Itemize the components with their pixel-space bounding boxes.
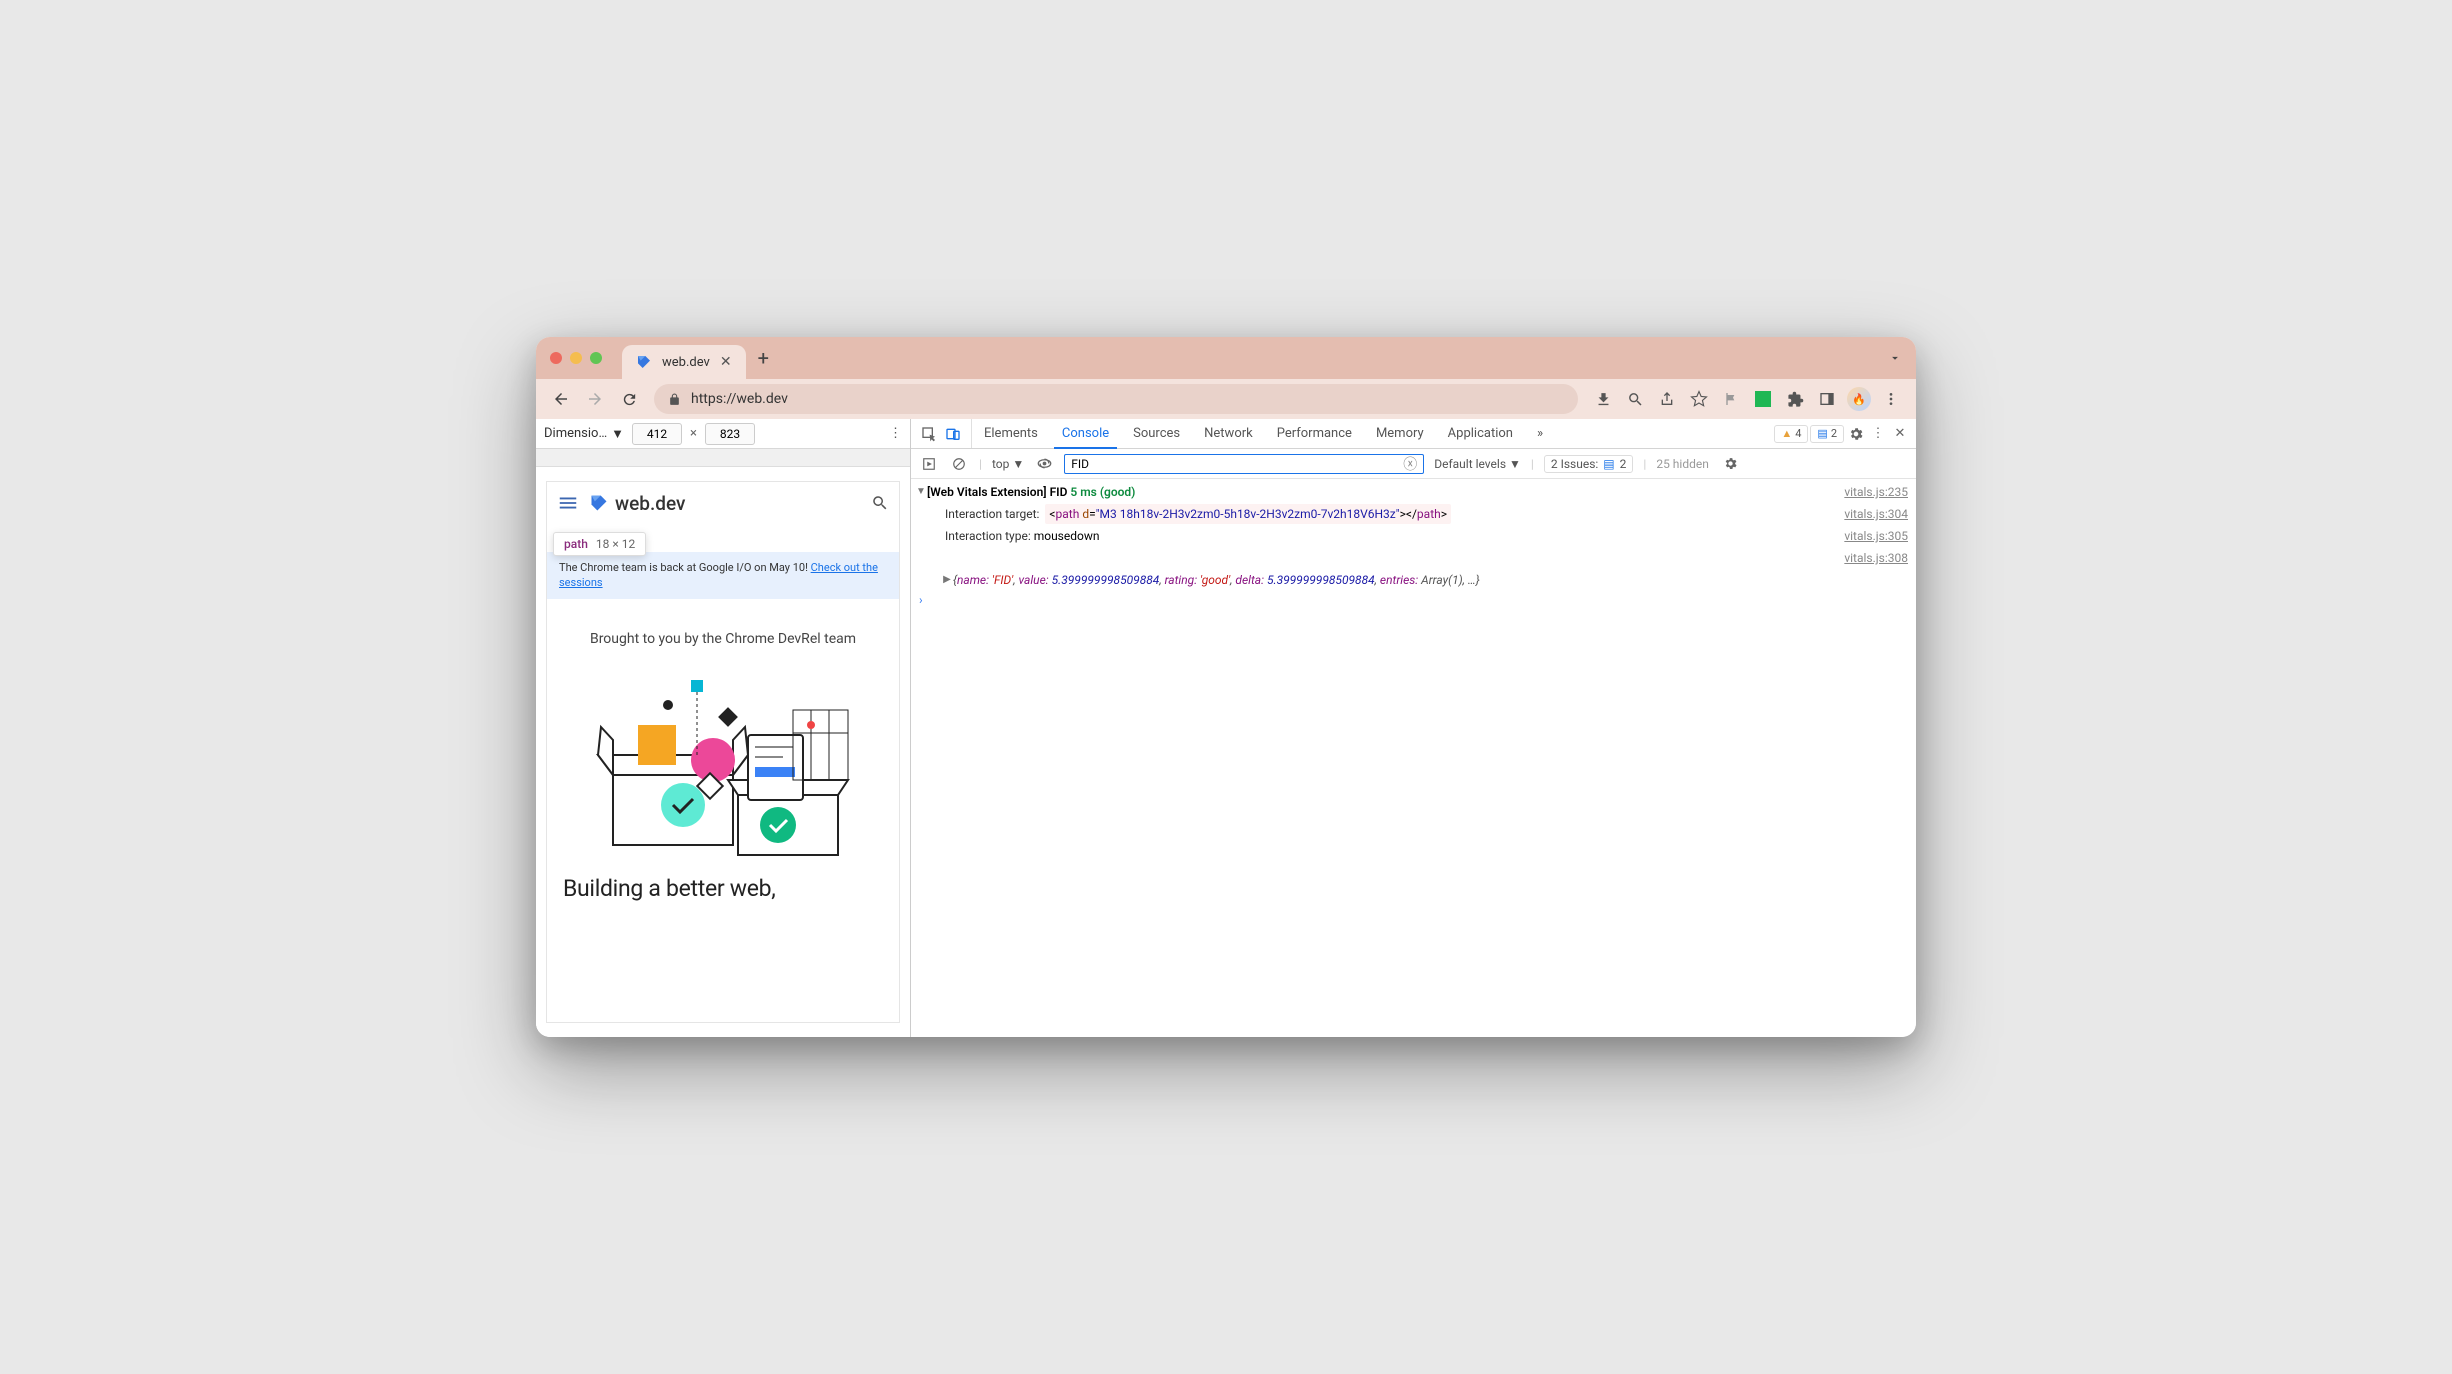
download-icon[interactable] [1588,384,1618,414]
log-entry[interactable]: ▼ [Web Vitals Extension] FID 5 ms (good)… [911,481,1916,503]
tabs-overflow-icon[interactable]: » [1525,419,1555,448]
favicon-icon [636,354,652,370]
inspect-icon[interactable] [919,424,939,444]
tab-strip: web.dev ✕ + [536,337,1916,379]
tab-network[interactable]: Network [1192,419,1265,448]
tab-elements[interactable]: Elements [972,419,1050,448]
expand-icon[interactable]: ▶ [941,570,953,590]
dimensions-dropdown[interactable]: Dimensio… ▼ [544,426,624,442]
filter-input[interactable]: ⓧ [1064,454,1424,474]
console-output: ▼ [Web Vitals Extension] FID 5 ms (good)… [911,479,1916,1037]
times-label: × [690,426,697,441]
browser-tab[interactable]: web.dev ✕ [622,345,746,379]
announcement-banner: The Chrome team is back at Google I/O on… [547,552,899,599]
width-input[interactable] [632,423,682,445]
toolbar-icons: 🔥 [1588,384,1906,414]
page-heading: Building a better web, [547,865,899,902]
url-text: https://web.dev [691,391,788,407]
lock-icon [668,393,681,406]
log-entry[interactable]: Interaction target: <path d="M3 18h18v-2… [911,503,1916,525]
log-entry[interactable]: vitals.js:308 [911,547,1916,569]
extensions-icon[interactable] [1780,384,1810,414]
devtools-menu-icon[interactable]: ⋮ [1868,424,1888,444]
profile-avatar[interactable]: 🔥 [1844,384,1874,414]
menu-hamburger-icon[interactable] [557,492,579,514]
settings-icon[interactable] [1846,424,1866,444]
height-input[interactable] [705,423,755,445]
page-preview: web.dev path 18 × 12 The Chrome team is … [546,481,900,1023]
message-icon: ▤ [1603,457,1614,471]
devtools-tabs: Elements Console Sources Network Perform… [911,419,1916,449]
new-tab-button[interactable]: + [758,346,769,370]
source-link[interactable]: vitals.js:308 [1824,548,1908,568]
ruler [536,449,910,467]
browser-window: web.dev ✕ + https://web.dev 🔥 [536,337,1916,1037]
warning-icon: ▲ [1781,427,1792,440]
tab-sources[interactable]: Sources [1121,419,1192,448]
sidepanel-icon[interactable] [1812,384,1842,414]
chevron-down-icon: ▼ [611,426,624,442]
context-selector[interactable]: top ▼ [992,457,1024,471]
issues-button[interactable]: 2 Issues: ▤ 2 [1544,455,1634,473]
zoom-icon[interactable] [1620,384,1650,414]
message-icon: ▤ [1817,427,1827,440]
site-logo[interactable]: web.dev [589,492,685,515]
close-tab-icon[interactable]: ✕ [720,354,732,370]
bookmark-icon[interactable] [1684,384,1714,414]
tooltip-size: 18 × 12 [596,537,635,551]
reload-button[interactable] [614,384,644,414]
toolbar: https://web.dev 🔥 [536,379,1916,419]
close-window-icon[interactable] [550,352,562,364]
devtools: Elements Console Sources Network Perform… [911,419,1916,1037]
device-toggle-icon[interactable] [943,424,963,444]
clear-console-icon[interactable] [949,454,969,474]
tab-performance[interactable]: Performance [1265,419,1364,448]
tab-application[interactable]: Application [1436,419,1525,448]
extension-green-icon[interactable] [1748,384,1778,414]
console-toolbar: | top ▼ ⓧ Default levels ▼ | 2 Issues: ▤… [911,449,1916,479]
log-levels-dropdown[interactable]: Default levels ▼ [1434,457,1521,471]
play-icon[interactable] [919,454,939,474]
tooltip-tagname: path [564,537,588,551]
hero-illustration [547,665,899,865]
chevron-down-icon: ▼ [1509,457,1521,471]
forward-button[interactable] [580,384,610,414]
tab-memory[interactable]: Memory [1364,419,1436,448]
maximize-window-icon[interactable] [590,352,602,364]
device-preview-pane: Dimensio… ▼ × ⋮ web.dev [536,419,911,1037]
page-header: web.dev [547,482,899,524]
tab-console[interactable]: Console [1050,419,1121,448]
source-link[interactable]: vitals.js:235 [1824,482,1908,502]
menu-icon[interactable] [1876,384,1906,414]
expand-icon[interactable]: ▼ [915,482,927,502]
device-options-icon[interactable]: ⋮ [889,426,902,441]
back-button[interactable] [546,384,576,414]
clear-filter-icon[interactable]: ⓧ [1403,454,1417,474]
address-bar[interactable]: https://web.dev [654,384,1578,414]
subheading: Brought to you by the Chrome DevRel team [547,599,899,665]
hidden-count[interactable]: 25 hidden [1656,457,1709,471]
live-expression-icon[interactable] [1034,454,1054,474]
html-element-chip[interactable]: <path d="M3 18h18v-2H3v2zm0-5h18v-2H3v2z… [1045,504,1451,524]
tab-title: web.dev [662,355,710,370]
console-settings-icon[interactable] [1723,456,1738,471]
source-link[interactable]: vitals.js:305 [1824,526,1908,546]
log-entry[interactable]: ▶ {name: 'FID', value: 5.399999998509884… [911,569,1916,591]
element-tooltip: path 18 × 12 [553,532,646,556]
search-icon[interactable] [871,494,889,512]
chevron-down-icon: ▼ [1012,457,1024,471]
source-link[interactable]: vitals.js:304 [1824,504,1908,524]
filter-field[interactable] [1071,457,1403,471]
close-devtools-icon[interactable]: ✕ [1890,424,1910,444]
flag-icon[interactable] [1716,384,1746,414]
window-controls [550,352,602,364]
dimensions-bar: Dimensio… ▼ × ⋮ [536,419,910,449]
warnings-badge[interactable]: ▲4 [1774,425,1808,443]
tabs-menu-icon[interactable] [1888,351,1902,365]
log-entry[interactable]: Interaction type: mousedown vitals.js:30… [911,525,1916,547]
console-prompt[interactable]: › [911,591,1916,609]
minimize-window-icon[interactable] [570,352,582,364]
share-icon[interactable] [1652,384,1682,414]
messages-badge[interactable]: ▤2 [1810,425,1844,443]
